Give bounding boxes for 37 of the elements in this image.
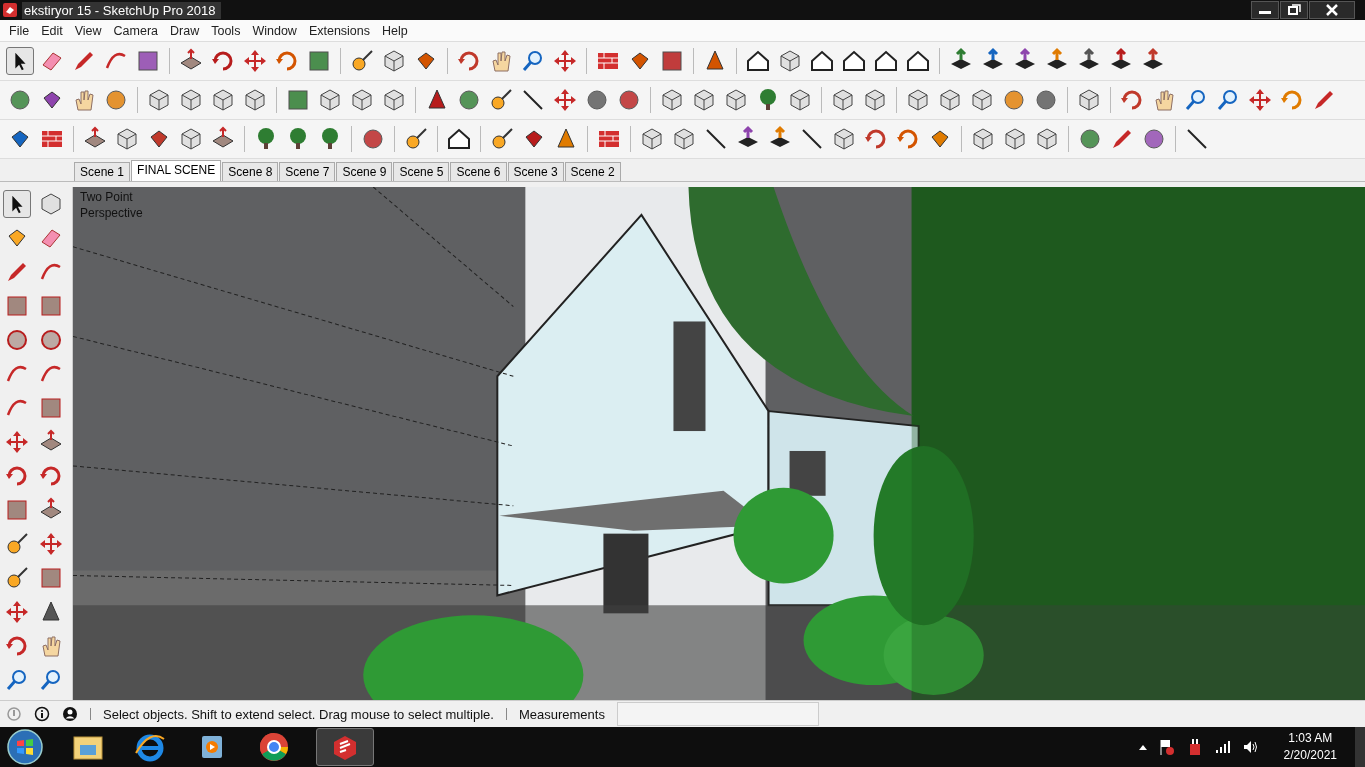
scene-tab[interactable]: Scene 8 (222, 162, 279, 181)
menu-item[interactable]: View (68, 23, 108, 38)
scene-tab[interactable]: Scene 3 (507, 162, 564, 181)
cursor-icon[interactable] (3, 190, 31, 218)
cursor-icon[interactable] (6, 47, 34, 75)
menu-item[interactable]: Edit (35, 23, 69, 38)
clock-time[interactable]: 1:03 AM (1288, 730, 1333, 747)
scene-tab[interactable]: Scene 5 (393, 162, 450, 181)
menu-item[interactable]: Extensions (302, 23, 377, 38)
user-icon[interactable] (62, 706, 78, 722)
menu-item[interactable]: Window (246, 23, 303, 38)
scene-tab[interactable]: Scene 2 (564, 162, 621, 181)
measurements-field[interactable] (616, 702, 819, 726)
info-icon[interactable] (34, 706, 50, 722)
menu-item[interactable]: Draw (164, 23, 206, 38)
signal-bars-icon[interactable] (1213, 738, 1232, 756)
scene-tab[interactable]: Scene 9 (336, 162, 393, 181)
scene-tab[interactable]: Scene 1 (74, 162, 131, 181)
menu-item[interactable]: File (3, 23, 36, 38)
taskbar-app-button[interactable] (316, 728, 374, 766)
start-button-icon[interactable] (4, 727, 46, 767)
restore-icon[interactable] (1280, 1, 1308, 19)
measurements-label: Measurements (518, 706, 605, 722)
menu-item[interactable]: Camera (107, 23, 165, 38)
window-title: ekstiryor 15 - SketchUp Pro 2018 (22, 1, 222, 19)
menu-item[interactable]: Help (376, 23, 414, 38)
scene-tab[interactable]: FINAL SCENE (131, 160, 222, 181)
app-logo-icon (3, 3, 17, 17)
clock-date[interactable]: 2/20/2021 (1283, 747, 1337, 764)
scene-tab[interactable]: Scene 6 (450, 162, 507, 181)
scene-tab[interactable]: Scene 7 (279, 162, 336, 181)
close-icon[interactable] (1309, 1, 1355, 19)
flag-icon[interactable] (1157, 738, 1176, 756)
minimize-icon[interactable] (1251, 1, 1279, 19)
menu-item[interactable]: Tools (205, 23, 247, 38)
camera-label: Two Point Perspective (80, 189, 144, 221)
status-message: Select objects. Shift to extend select. Drag mouse to select multiple. (103, 706, 494, 722)
